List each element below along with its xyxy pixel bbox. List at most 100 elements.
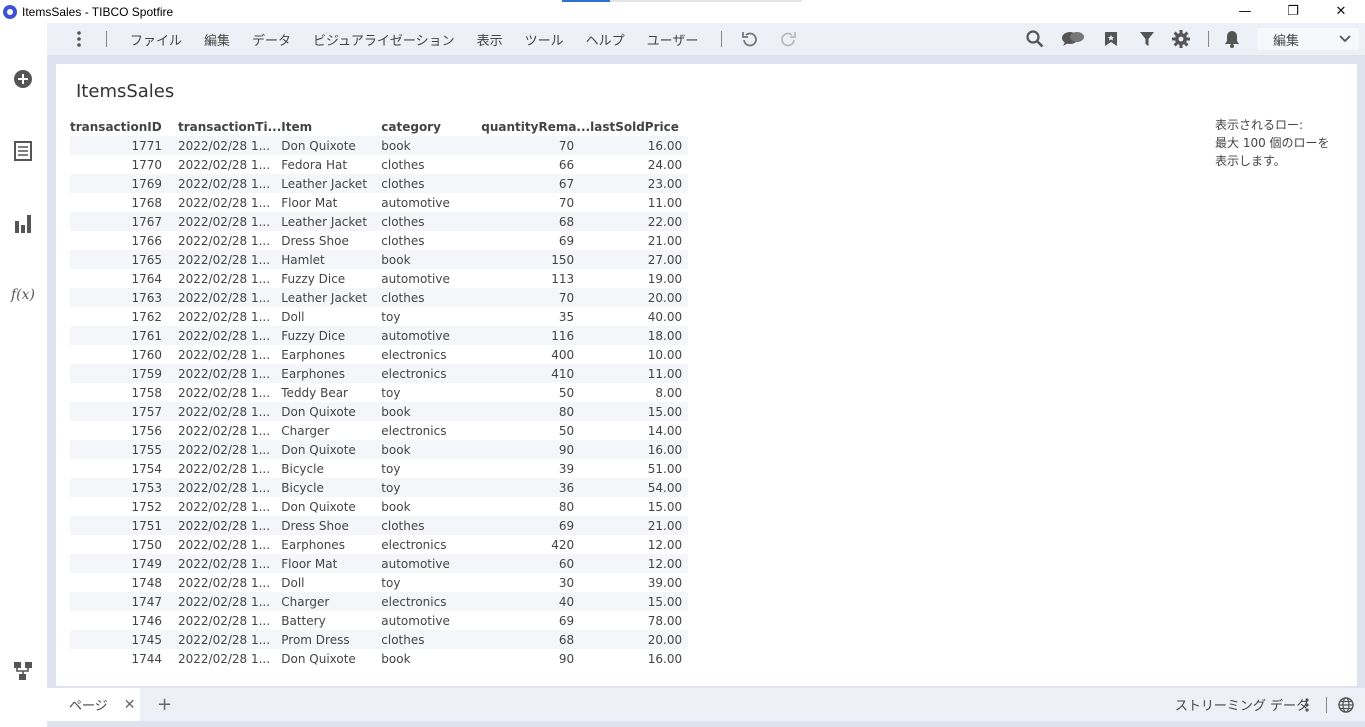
- table-cell[interactable]: 1746: [70, 611, 178, 630]
- menu-visualization[interactable]: ビジュアライゼーション: [302, 30, 466, 49]
- table-cell[interactable]: 30: [481, 573, 590, 592]
- table-cell[interactable]: 14.00: [590, 421, 688, 440]
- table-cell[interactable]: book: [381, 136, 482, 155]
- table-cell[interactable]: 2022/02/28 1...: [178, 383, 281, 402]
- streaming-data-button[interactable]: ストリーミング データ: [1175, 688, 1309, 721]
- menu-data[interactable]: データ: [241, 30, 302, 49]
- table-cell[interactable]: 39.00: [590, 573, 688, 592]
- search-icon[interactable]: [1020, 23, 1050, 55]
- table-cell[interactable]: 1757: [70, 402, 178, 421]
- table-cell[interactable]: clothes: [381, 212, 482, 231]
- table-row[interactable]: 1759 2022/02/28 1... Earphones electronics 4…: [70, 364, 689, 383]
- table-cell[interactable]: electronics: [381, 535, 481, 554]
- table-cell[interactable]: electronics: [381, 345, 481, 364]
- table-cell[interactable]: Bicycle: [281, 459, 381, 478]
- table-cell[interactable]: 54.00: [590, 478, 689, 497]
- table-cell[interactable]: 1751: [70, 516, 178, 535]
- table-cell[interactable]: clothes: [381, 174, 482, 193]
- table-cell[interactable]: 11.00: [590, 364, 689, 383]
- table-cell[interactable]: 1764: [70, 269, 178, 288]
- table-cell[interactable]: 1766: [70, 231, 178, 250]
- table-row[interactable]: 1752 2022/02/28 1... Don Quixote book 80 15.0…: [70, 497, 688, 516]
- column-header[interactable]: lastSoldPrice: [590, 117, 688, 136]
- table-cell[interactable]: 1754: [70, 459, 178, 478]
- table-cell[interactable]: 40: [481, 592, 591, 611]
- table-cell[interactable]: 1744: [70, 649, 178, 668]
- table-cell[interactable]: book: [381, 497, 481, 516]
- table-row[interactable]: 1761 2022/02/28 1... Fuzzy Dice automotive 1…: [70, 326, 689, 345]
- table-cell[interactable]: 2022/02/28 1...: [178, 174, 282, 193]
- table-cell[interactable]: 69: [481, 231, 590, 250]
- table-cell[interactable]: 10.00: [590, 345, 688, 364]
- table-cell[interactable]: 2022/02/28 1...: [178, 421, 281, 440]
- redo-icon[interactable]: [774, 23, 804, 55]
- table-cell[interactable]: Leather Jacket: [281, 174, 382, 193]
- data-table-icon[interactable]: [12, 140, 34, 162]
- table-cell[interactable]: 15.00: [590, 402, 689, 421]
- table-cell[interactable]: 2022/02/28 1...: [178, 573, 281, 592]
- data-canvas-icon[interactable]: [12, 660, 34, 682]
- table-cell[interactable]: Doll: [281, 307, 381, 326]
- table-cell[interactable]: Leather Jacket: [281, 288, 382, 307]
- table-cell[interactable]: automotive: [381, 611, 481, 630]
- restore-button[interactable]: ❐: [1269, 0, 1317, 23]
- table-cell[interactable]: 1761: [70, 326, 178, 345]
- table-cell[interactable]: 11.00: [590, 193, 688, 212]
- table-cell[interactable]: 15.00: [590, 497, 688, 516]
- data-table[interactable]: transactionID transactionTi... Item cate…: [70, 117, 689, 668]
- table-cell[interactable]: 16.00: [590, 440, 689, 459]
- table-row[interactable]: 1764 2022/02/28 1... Fuzzy Dice automotive 1…: [70, 269, 688, 288]
- table-cell[interactable]: 1771: [70, 136, 178, 155]
- table-row[interactable]: 1748 2022/02/28 1... Doll toy 30 39.00: [70, 573, 688, 592]
- table-row[interactable]: 1769 2022/02/28 1... Leather Jacket clothes…: [70, 174, 689, 193]
- table-cell[interactable]: 2022/02/28 1...: [178, 345, 281, 364]
- table-cell[interactable]: 2022/02/28 1...: [178, 136, 282, 155]
- table-cell[interactable]: 67: [481, 174, 591, 193]
- table-cell[interactable]: 2022/02/28 1...: [178, 155, 281, 174]
- table-row[interactable]: 1746 2022/02/28 1... Battery automotive 69 78…: [70, 611, 688, 630]
- table-cell[interactable]: Bicycle: [281, 478, 382, 497]
- table-cell[interactable]: Don Quixote: [281, 649, 381, 668]
- table-cell[interactable]: Fuzzy Dice: [281, 326, 382, 345]
- add-page-button[interactable]: +: [157, 694, 172, 715]
- table-cell[interactable]: Earphones: [281, 364, 382, 383]
- table-row[interactable]: 1749 2022/02/28 1... Floor Mat automotive 60…: [70, 554, 689, 573]
- table-cell[interactable]: Don Quixote: [281, 402, 382, 421]
- table-cell[interactable]: 410: [481, 364, 591, 383]
- column-header[interactable]: Item: [281, 117, 381, 136]
- table-cell[interactable]: 68: [481, 630, 591, 649]
- table-cell[interactable]: 8.00: [590, 383, 688, 402]
- table-row[interactable]: 1770 2022/02/28 1... Fedora Hat clothes 66 24…: [70, 155, 688, 174]
- table-cell[interactable]: 68: [481, 212, 591, 231]
- column-header[interactable]: transactionID: [70, 117, 178, 136]
- table-cell[interactable]: Don Quixote: [281, 497, 381, 516]
- table-cell[interactable]: clothes: [381, 516, 482, 535]
- table-cell[interactable]: 36: [481, 478, 591, 497]
- table-cell[interactable]: 2022/02/28 1...: [178, 611, 281, 630]
- table-cell[interactable]: 78.00: [590, 611, 688, 630]
- table-cell[interactable]: 2022/02/28 1...: [178, 193, 281, 212]
- table-cell[interactable]: 69: [481, 611, 590, 630]
- table-row[interactable]: 1766 2022/02/28 1... Dress Shoe clothes 69 21…: [70, 231, 688, 250]
- table-row[interactable]: 1750 2022/02/28 1... Earphones electronics 4…: [70, 535, 688, 554]
- table-row[interactable]: 1757 2022/02/28 1... Don Quixote book 80 15.0…: [70, 402, 689, 421]
- table-cell[interactable]: 1768: [70, 193, 178, 212]
- table-cell[interactable]: Earphones: [281, 345, 381, 364]
- table-cell[interactable]: 70: [481, 136, 591, 155]
- table-cell[interactable]: 2022/02/28 1...: [178, 592, 282, 611]
- table-cell[interactable]: automotive: [381, 554, 482, 573]
- menu-edit[interactable]: 編集: [193, 30, 241, 49]
- table-cell[interactable]: 50: [481, 421, 590, 440]
- table-cell[interactable]: 150: [481, 250, 591, 269]
- menu-file[interactable]: ファイル: [119, 30, 193, 49]
- table-cell[interactable]: 21.00: [590, 231, 688, 250]
- column-header[interactable]: transactionTi...: [178, 117, 281, 136]
- table-cell[interactable]: 27.00: [590, 250, 689, 269]
- settings-icon[interactable]: [1166, 23, 1196, 55]
- table-cell[interactable]: automotive: [381, 269, 481, 288]
- table-cell[interactable]: 1769: [70, 174, 178, 193]
- table-cell[interactable]: clothes: [381, 231, 481, 250]
- table-cell[interactable]: Doll: [281, 573, 381, 592]
- table-cell[interactable]: 1750: [70, 535, 178, 554]
- table-cell[interactable]: toy: [381, 307, 481, 326]
